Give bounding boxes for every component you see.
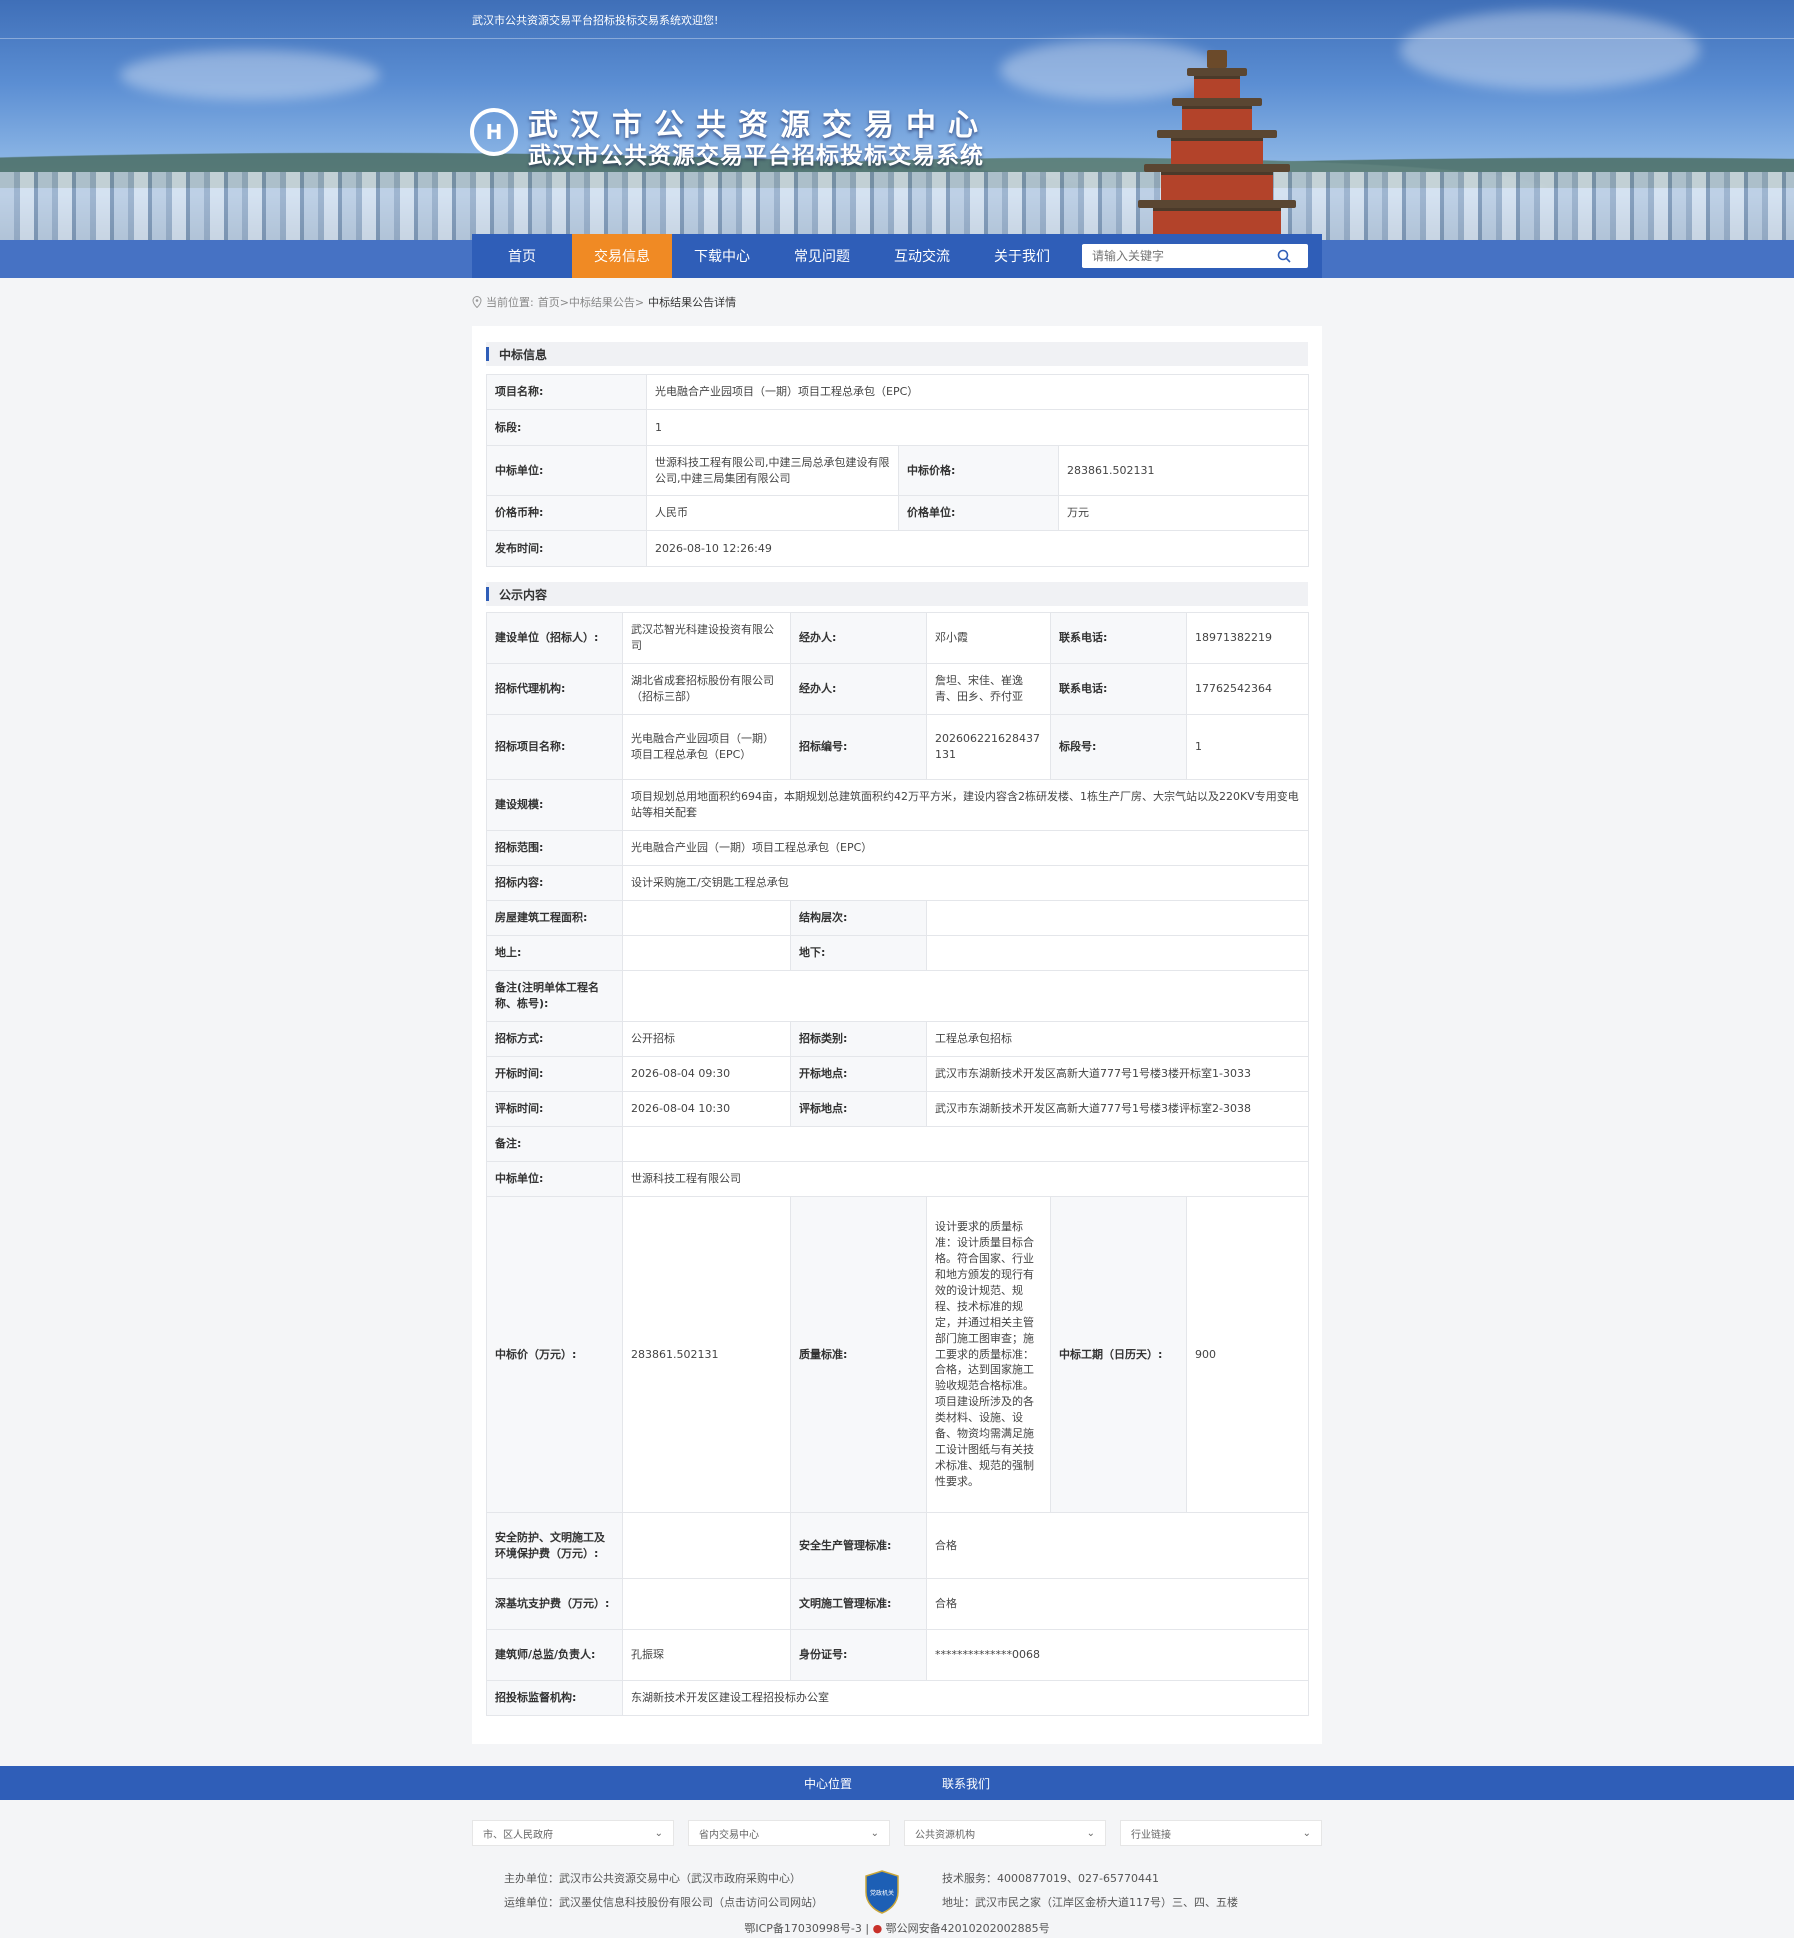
footer-address: 地址：武汉市民之家（江岸区金桥大道117号）三、四、五楼: [942, 1896, 1238, 1909]
table-row: 建设规模: 项目规划总用地面积约694亩，本期规划总建筑面积约42万平方米，建设…: [486, 779, 1309, 831]
logo-icon: H: [470, 108, 518, 156]
search-input[interactable]: [1082, 245, 1272, 267]
chevron-down-icon: ⌄: [654, 1827, 663, 1839]
nav-interaction[interactable]: 互动交流: [872, 234, 972, 278]
location-pin-icon: [472, 296, 482, 308]
table-row: 地上: 地下:: [486, 935, 1309, 971]
table-row: 建筑师/总监/负责人: 孔振琛 身份证号: **************0068: [486, 1629, 1309, 1681]
breadcrumb-prefix: 当前位置:: [486, 296, 534, 309]
yellow-crane-tower-image: [1138, 50, 1296, 235]
site-subtitle: 武汉市公共资源交易平台招标投标交易系统: [528, 143, 984, 169]
bid-info-table: 项目名称: 光电融合产业园项目（一期）项目工程总承包（EPC） 标段: 1 中标…: [486, 374, 1309, 567]
nav-about[interactable]: 关于我们: [972, 234, 1072, 278]
police-link[interactable]: 鄂公网安备42010202002885号: [886, 1922, 1050, 1935]
chevron-down-icon: ⌄: [1302, 1827, 1311, 1839]
table-row: 安全防护、文明施工及环境保护费（万元）: 安全生产管理标准: 合格: [486, 1512, 1309, 1579]
table-row: 价格币种: 人民币 价格单位: 万元: [486, 495, 1309, 531]
search-icon[interactable]: [1272, 245, 1296, 267]
svg-text:党政机关: 党政机关: [870, 1889, 894, 1897]
table-row: 中标价（万元）: 283861.502131 质量标准: 设计要求的质量标准：设…: [486, 1196, 1309, 1513]
detail-card: 中标信息 项目名称: 光电融合产业园项目（一期）项目工程总承包（EPC） 标段:…: [472, 326, 1322, 1744]
nav-download[interactable]: 下载中心: [672, 234, 772, 278]
cloud-decoration: [120, 50, 380, 100]
gov-badge-icon[interactable]: 党政机关: [864, 1870, 900, 1914]
select-industry-links[interactable]: 行业链接 ⌄: [1120, 1820, 1322, 1846]
table-row: 招标方式: 公开招标 招标类别: 工程总承包招标: [486, 1021, 1309, 1057]
nav-home[interactable]: 首页: [472, 234, 572, 278]
footer-bar: 中心位置 联系我们: [0, 1766, 1794, 1800]
welcome-text: 武汉市公共资源交易平台招标投标交易系统欢迎您!: [472, 14, 719, 27]
select-province-center[interactable]: 省内交易中心 ⌄: [688, 1820, 890, 1846]
table-row: 招标内容: 设计采购施工/交钥匙工程总承包: [486, 865, 1309, 901]
footer-icp: 鄂ICP备17030998号-3 | ● 鄂公网安备42010202002885…: [744, 1922, 1050, 1935]
public-content-table: 建设单位（招标人）: 武汉芯智光科建设投资有限公司 经办人: 邓小霞 联系电话:…: [486, 612, 1309, 1716]
footer-link-contact[interactable]: 联系我们: [942, 1775, 990, 1792]
table-row: 建设单位（招标人）: 武汉芯智光科建设投资有限公司 经办人: 邓小霞 联系电话:…: [486, 612, 1309, 664]
breadcrumb-current: 中标结果公告详情: [648, 296, 737, 309]
search-box: [1082, 244, 1308, 268]
table-row: 深基坑支护费（万元）: 文明施工管理标准: 合格: [486, 1578, 1309, 1630]
table-row: 招标代理机构: 湖北省成套招标股份有限公司（招标三部） 经办人: 詹坦、宋佳、崔…: [486, 663, 1309, 715]
footer-link-location[interactable]: 中心位置: [804, 1775, 852, 1792]
table-row: 中标单位: 世源科技工程有限公司,中建三局总承包建设有限公司,中建三局集团有限公…: [486, 445, 1309, 496]
chevron-down-icon: ⌄: [870, 1827, 879, 1839]
select-district-gov[interactable]: 市、区人民政府 ⌄: [472, 1820, 674, 1846]
icp-link[interactable]: 鄂ICP备17030998号-3: [744, 1922, 862, 1935]
table-row: 房屋建筑工程面积: 结构层次:: [486, 900, 1309, 936]
chevron-down-icon: ⌄: [1086, 1827, 1095, 1839]
breadcrumb: 当前位置: 首页>中标结果公告> 中标结果公告详情: [472, 294, 736, 310]
table-row: 招标项目名称: 光电融合产业园项目（一期）项目工程总承包（EPC） 招标编号: …: [486, 714, 1309, 780]
footer-tech: 技术服务：4000877019、027-65770441: [942, 1872, 1159, 1885]
table-row: 备注(注明单体工程名称、栋号):: [486, 970, 1309, 1022]
section-head-public-content: 公示内容: [486, 582, 1308, 606]
police-icon: ●: [872, 1922, 883, 1935]
footer-host: 主办单位：武汉市公共资源交易中心（武汉市政府采购中心）: [504, 1872, 801, 1885]
cloud-decoration: [1400, 10, 1700, 90]
table-row: 备注:: [486, 1126, 1309, 1162]
select-public-resource[interactable]: 公共资源机构 ⌄: [904, 1820, 1106, 1846]
section-head-bid-info: 中标信息: [486, 342, 1308, 366]
table-row: 评标时间: 2026-08-04 10:30 评标地点: 武汉市东湖新技术开发区…: [486, 1091, 1309, 1127]
main-nav: 首页 交易信息 下载中心 常见问题 互动交流 关于我们: [472, 234, 1322, 278]
footer-selects: 市、区人民政府 ⌄ 省内交易中心 ⌄ 公共资源机构 ⌄ 行业链接 ⌄: [472, 1820, 1322, 1846]
table-row: 发布时间: 2026-08-10 12:26:49: [486, 530, 1309, 567]
table-row: 项目名称: 光电融合产业园项目（一期）项目工程总承包（EPC）: [486, 374, 1309, 410]
city-decoration: [0, 172, 1794, 242]
breadcrumb-path[interactable]: 首页>中标结果公告>: [538, 294, 644, 310]
footer-operator[interactable]: 运维单位：武汉墨仗信息科技股份有限公司（点击访问公司网站）: [504, 1894, 823, 1910]
table-row: 标段: 1: [486, 409, 1309, 446]
nav-faq[interactable]: 常见问题: [772, 234, 872, 278]
nav-trade-info[interactable]: 交易信息: [572, 234, 672, 278]
table-row: 招投标监督机构: 东湖新技术开发区建设工程招投标办公室: [486, 1680, 1309, 1716]
table-row: 开标时间: 2026-08-04 09:30 开标地点: 武汉市东湖新技术开发区…: [486, 1056, 1309, 1092]
table-row: 招标范围: 光电融合产业园（一期）项目工程总承包（EPC）: [486, 830, 1309, 866]
table-row: 中标单位: 世源科技工程有限公司: [486, 1161, 1309, 1197]
